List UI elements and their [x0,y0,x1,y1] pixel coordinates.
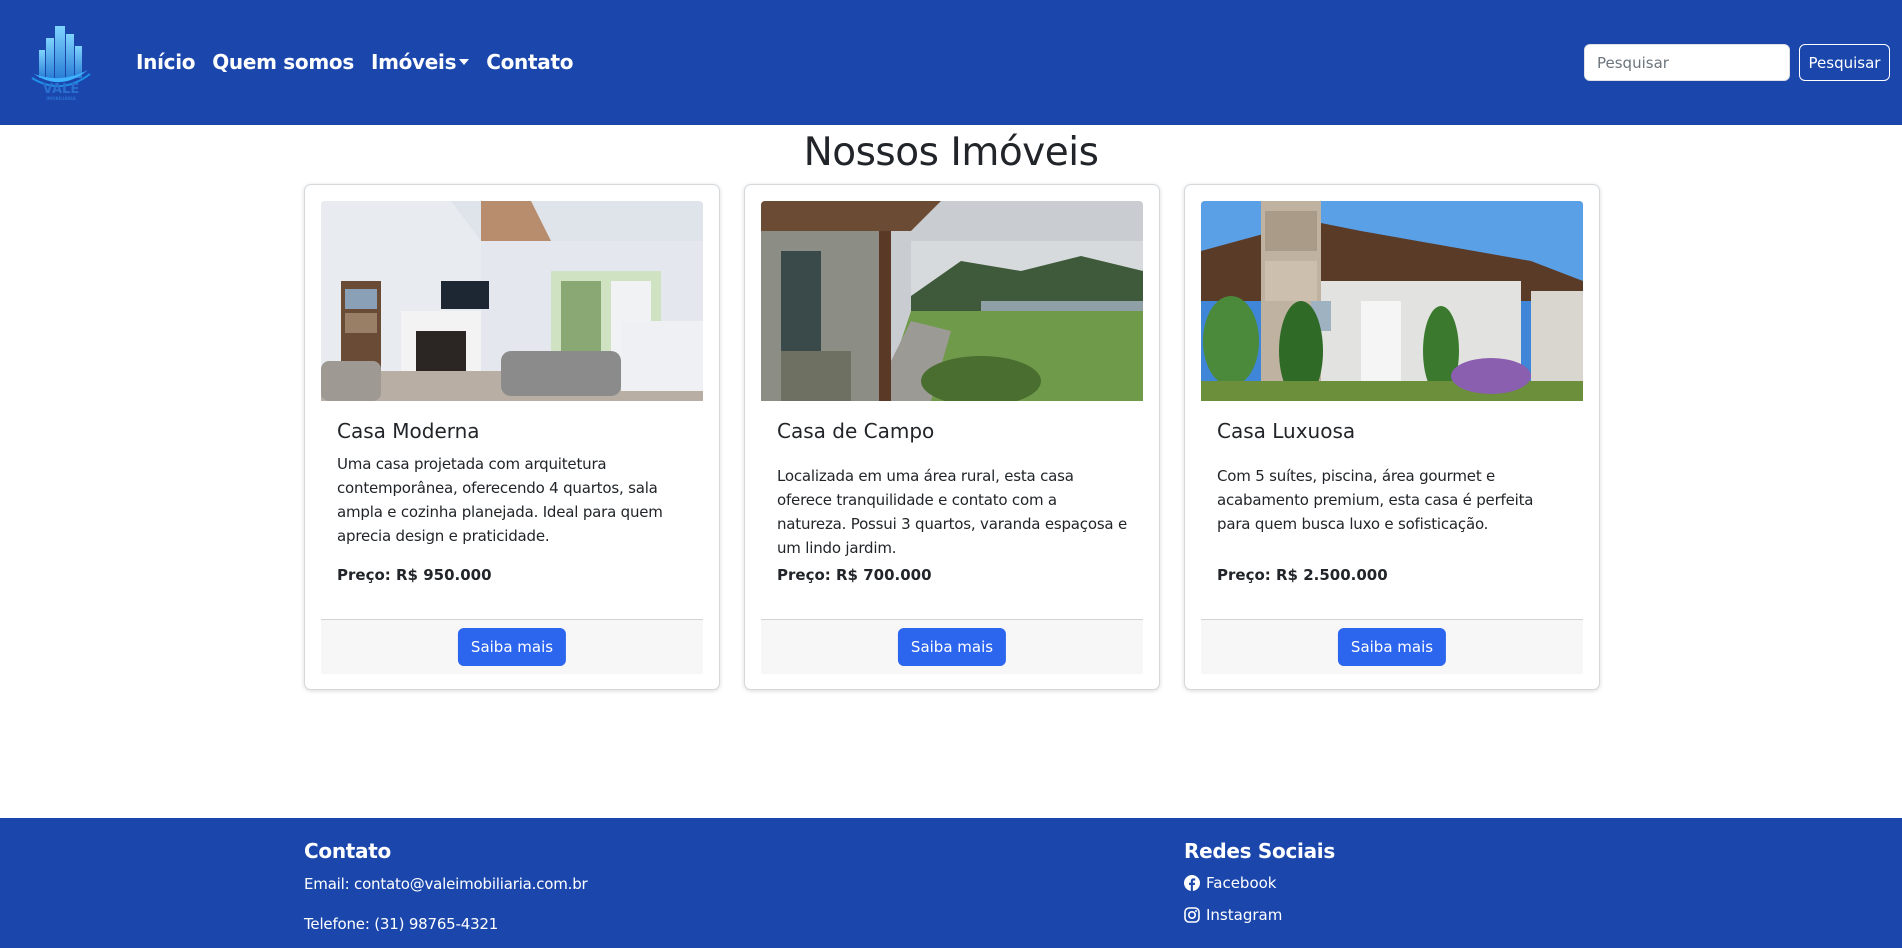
navbar: VALE IMOBILIÁRIA Início Quem somos Imóve… [0,0,1902,125]
property-image-casa-moderna [321,201,703,401]
saiba-mais-button[interactable]: Saiba mais [897,628,1007,666]
logo-subtext: IMOBILIÁRIA [46,96,76,101]
nav-link-imoveis-label: Imóveis [370,50,457,74]
nav-link-inicio[interactable]: Início [136,48,195,76]
property-price: Preço: R$ 2.500.000 [1217,566,1388,584]
facebook-label: Facebook [1206,874,1277,892]
property-description: Uma casa projetada com arquitetura conte… [337,455,663,545]
property-image-casa-luxuosa [1201,201,1583,401]
property-price: Preço: R$ 700.000 [777,566,932,584]
search-button[interactable]: Pesquisar [1799,44,1890,81]
card-footer: Saiba mais [321,619,703,674]
main-nav: Início Quem somos Imóveis Contato [136,48,573,76]
property-title: Casa Luxuosa [1217,419,1356,443]
property-title: Casa de Campo [777,419,935,443]
property-description: Com 5 suítes, piscina, área gourmet e ac… [1217,467,1534,533]
saiba-mais-button[interactable]: Saiba mais [457,628,567,666]
chevron-down-icon [459,59,470,65]
property-card-casa-moderna: Casa Moderna Uma casa projetada com arqu… [304,184,720,690]
card-footer: Saiba mais [761,619,1143,674]
instagram-link[interactable]: Instagram [1184,905,1282,925]
page-title: Nossos Imóveis [803,130,1099,175]
footer-phone: Telefone: (31) 98765-4321 [304,915,499,933]
footer-social-heading: Redes Sociais [1184,839,1335,863]
footer-email: Email: contato@valeimobiliaria.com.br [304,875,588,893]
card-footer: Saiba mais [1201,619,1583,674]
instagram-icon [1184,907,1200,923]
facebook-link[interactable]: Facebook [1184,873,1276,893]
footer-contact-heading: Contato [304,839,391,863]
vale-logo[interactable]: VALE IMOBILIÁRIA [30,20,92,102]
instagram-label: Instagram [1206,906,1283,924]
logo-text: VALE [43,82,79,97]
footer: Contato Email: contato@valeimobiliaria.c… [0,818,1902,948]
property-title: Casa Moderna [337,419,480,443]
property-image-casa-de-campo [761,201,1143,401]
search-input[interactable] [1584,44,1790,81]
nav-link-imoveis-dropdown[interactable]: Imóveis [370,48,470,76]
nav-link-quem-somos[interactable]: Quem somos [212,48,354,76]
nav-link-contato[interactable]: Contato [486,48,573,76]
property-price: Preço: R$ 950.000 [337,566,492,584]
property-description: Localizada em uma área rural, esta casa … [777,467,1128,557]
property-card-casa-luxuosa: Casa Luxuosa Com 5 suítes, piscina, área… [1184,184,1600,690]
saiba-mais-button[interactable]: Saiba mais [1337,628,1447,666]
facebook-icon [1184,875,1200,891]
property-card-casa-de-campo: Casa de Campo Localizada em uma área rur… [744,184,1160,690]
